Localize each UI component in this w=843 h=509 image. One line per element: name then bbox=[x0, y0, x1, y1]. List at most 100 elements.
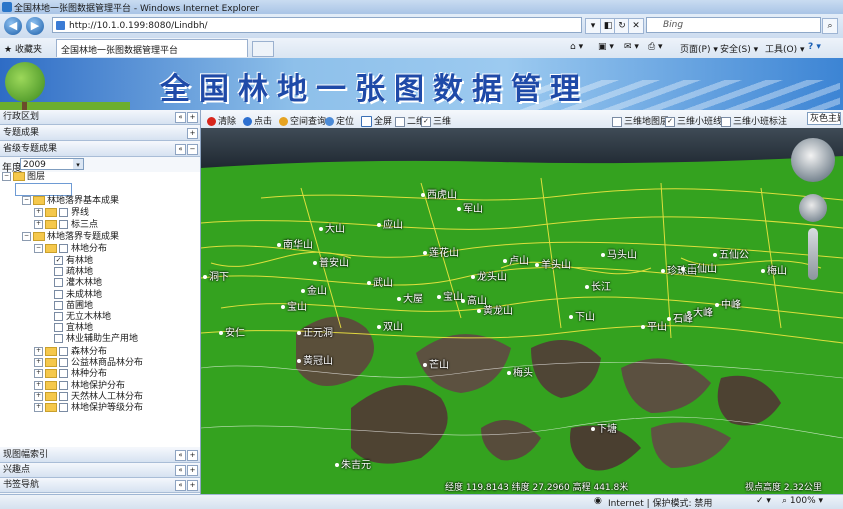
search-icon[interactable]: ⌕ bbox=[822, 18, 838, 34]
dropdown-icon[interactable]: ▾ bbox=[585, 18, 601, 34]
tree-group-item[interactable]: + 林种分布 bbox=[34, 369, 107, 380]
print-icon[interactable]: ⎙ ▾ bbox=[648, 42, 663, 52]
tree-layer-item[interactable]: ✓ 有林地 bbox=[54, 256, 93, 267]
layer-checkbox[interactable] bbox=[59, 391, 68, 401]
section-map-index[interactable]: 现图幅索引 « + bbox=[0, 448, 200, 463]
layer-checkbox[interactable] bbox=[54, 334, 63, 344]
year-select[interactable]: 2009 ▾ bbox=[20, 158, 84, 170]
zoom-slider[interactable] bbox=[808, 228, 818, 280]
mail-icon[interactable]: ✉ ▾ bbox=[624, 42, 639, 52]
layer-checkbox[interactable]: ✓ bbox=[54, 256, 63, 265]
tree-group-item[interactable]: + 天然林人工林分布 bbox=[34, 391, 143, 403]
new-tab-button[interactable] bbox=[252, 41, 274, 57]
folder-icon bbox=[13, 172, 25, 181]
eye-altitude-readout: 视点高度 2.32公里 bbox=[745, 483, 822, 493]
tree-layer-item[interactable]: 灌木林地 bbox=[54, 278, 102, 289]
tree-group-item[interactable]: + 森林分布 bbox=[34, 347, 107, 358]
tree-base-group[interactable]: − 林地落界基本成果 bbox=[22, 196, 119, 207]
place-label: 宝山 bbox=[437, 288, 463, 303]
tree-root[interactable]: − 图层 bbox=[2, 172, 45, 183]
expand-icon[interactable]: + bbox=[187, 480, 198, 491]
tree-layer-item[interactable]: 苗圃地 bbox=[54, 300, 93, 312]
page-menu[interactable]: 页面(P) ▾ bbox=[680, 42, 718, 55]
layer-checkbox[interactable] bbox=[54, 312, 63, 321]
layer-checkbox[interactable] bbox=[54, 278, 63, 288]
layer-checkbox[interactable] bbox=[59, 347, 68, 356]
place-label: 宝山 bbox=[281, 298, 307, 313]
theme-select[interactable]: 灰色主题 bbox=[807, 112, 841, 125]
layer-checkbox[interactable] bbox=[54, 300, 63, 310]
opt-3d-small-class-checkbox[interactable]: ✓ 三维小班线 bbox=[665, 114, 722, 127]
expand-icon[interactable]: + bbox=[187, 465, 198, 476]
tree-boundary[interactable]: + 界线 bbox=[34, 208, 89, 219]
section-thematic-results[interactable]: 专题成果 + bbox=[0, 126, 200, 141]
tree-layer-item[interactable]: 林业辅助生产用地 bbox=[54, 334, 138, 345]
feeds-icon[interactable]: ▣ ▾ bbox=[598, 42, 614, 52]
tools-menu[interactable]: 工具(O) ▾ bbox=[765, 42, 805, 55]
tree-group-item[interactable]: + 公益林商品林分布 bbox=[34, 358, 143, 369]
collapse-icon[interactable]: « bbox=[175, 480, 186, 491]
place-label: 马头山 bbox=[601, 246, 637, 261]
zoom-level[interactable]: ⌕ 100% ▾ bbox=[782, 496, 823, 506]
expand-icon[interactable]: + bbox=[187, 128, 198, 139]
navigation-compass[interactable] bbox=[791, 138, 835, 182]
collapse-icon[interactable]: « bbox=[175, 144, 186, 155]
safety-menu[interactable]: 安全(S) ▾ bbox=[720, 42, 758, 55]
protected-icon[interactable]: ✓ ▾ bbox=[756, 496, 771, 506]
section-admin-region[interactable]: 行政区划 « + bbox=[0, 110, 200, 125]
tree-layer-item[interactable]: 宜林地 bbox=[54, 323, 93, 334]
clear-button[interactable]: 清除 bbox=[207, 114, 236, 127]
expand-icon[interactable]: + bbox=[187, 112, 198, 123]
collapse-minus-icon[interactable]: − bbox=[187, 144, 198, 155]
mode-3d-checkbox[interactable]: ✓ 三维 bbox=[421, 114, 451, 127]
stop-icon[interactable]: ✕ bbox=[628, 18, 644, 34]
forward-button[interactable]: ▶ bbox=[26, 17, 44, 35]
place-label: 平山 bbox=[641, 318, 667, 333]
magnifier-icon bbox=[325, 117, 334, 126]
tree-layer-item[interactable]: 疏林地 bbox=[54, 267, 93, 278]
place-label: 普安山 bbox=[313, 254, 349, 269]
layer-checkbox[interactable] bbox=[54, 267, 63, 277]
fullscreen-button[interactable]: 全屏 bbox=[361, 114, 392, 127]
favorites-button[interactable]: ★ 收藏夹 bbox=[4, 42, 42, 55]
help-menu[interactable]: ? ▾ bbox=[808, 42, 821, 52]
collapse-icon[interactable]: « bbox=[175, 112, 186, 123]
home-icon[interactable]: ⌂ ▾ bbox=[570, 42, 583, 52]
tree-group-item[interactable]: + 林地保护等级分布 bbox=[34, 403, 143, 414]
point-button[interactable]: 点击 bbox=[243, 114, 272, 127]
url-field[interactable]: http://10.1.0.199:8080/Lindbh/ bbox=[52, 17, 582, 33]
opt-3d-layers-checkbox[interactable]: 三维地图层 bbox=[612, 114, 669, 127]
place-label: 大屋 bbox=[397, 290, 423, 305]
map-3d-view[interactable]: 西虎山 大山 应山 军山 五仙公 南华山 卢山 羊头山 莲花山 普安山 马头山 … bbox=[201, 128, 843, 494]
browser-tab[interactable]: 全国林地一张图数据管理平台 bbox=[56, 39, 248, 57]
layer-checkbox[interactable] bbox=[59, 403, 68, 412]
locate-button[interactable]: 定位 bbox=[325, 114, 354, 127]
tree-thematic-group[interactable]: − 林地落界专题成果 bbox=[22, 232, 119, 243]
pan-control[interactable] bbox=[799, 194, 827, 222]
tree-tripoint[interactable]: + 标三点 bbox=[34, 220, 98, 231]
tree-group-item[interactable]: + 林地保护分布 bbox=[34, 380, 125, 392]
layer-checkbox[interactable] bbox=[54, 323, 63, 333]
opt-3d-small-label-checkbox[interactable]: 三维小班标注 bbox=[721, 114, 787, 127]
info-icon bbox=[243, 117, 252, 126]
layer-tree: − 图层 − 林地落界基本成果 + 界线 + 标三点 − 林地落界专题成果 − 林地分布 ✓… bbox=[0, 172, 200, 447]
tree-layer-item[interactable]: 无立木林地 bbox=[54, 312, 111, 323]
layer-checkbox[interactable] bbox=[59, 380, 68, 390]
layer-checkbox[interactable] bbox=[54, 289, 63, 299]
layer-checkbox[interactable] bbox=[59, 369, 68, 379]
layer-checkbox[interactable] bbox=[59, 358, 68, 368]
expand-icon[interactable]: + bbox=[187, 450, 198, 461]
back-button[interactable]: ◀ bbox=[4, 17, 22, 35]
folder-icon bbox=[45, 369, 57, 379]
tree-layer-item[interactable]: 未成林地 bbox=[54, 289, 102, 301]
section-hotspots[interactable]: 兴趣点 « + bbox=[0, 463, 200, 478]
collapse-icon[interactable]: « bbox=[175, 465, 186, 476]
tree-forest-dist[interactable]: − 林地分布 bbox=[34, 244, 107, 255]
folder-icon bbox=[45, 358, 57, 368]
section-provincial-results[interactable]: 省级专题成果 « − bbox=[0, 142, 200, 157]
section-bookmarks[interactable]: 书签导航 « + bbox=[0, 478, 200, 493]
spatial-query-button[interactable]: 空间查询 bbox=[279, 114, 326, 127]
search-input[interactable]: Bing bbox=[646, 17, 821, 33]
collapse-icon[interactable]: « bbox=[175, 450, 186, 461]
tree-rename-input[interactable] bbox=[15, 183, 72, 196]
